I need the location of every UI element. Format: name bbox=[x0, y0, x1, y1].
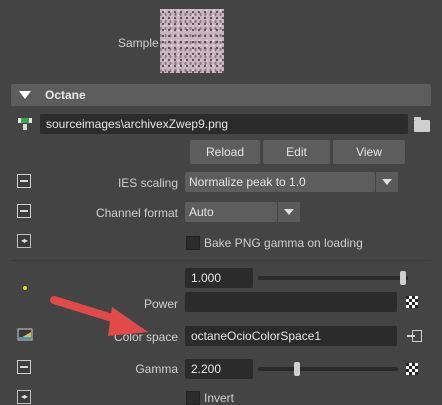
gamma-curve-icon[interactable] bbox=[17, 360, 31, 374]
gamma-slider-track[interactable] bbox=[258, 367, 398, 371]
octane-section-header[interactable]: Octane bbox=[11, 84, 431, 106]
sample-label: Sample bbox=[118, 36, 159, 50]
edit-button[interactable]: Edit bbox=[263, 140, 330, 164]
gamma-value-field[interactable]: 2.200 bbox=[185, 359, 253, 379]
ies-scaling-dropdown[interactable]: Normalize peak to 1.0 bbox=[185, 172, 375, 192]
annotation-arrow bbox=[50, 296, 148, 336]
color-space-icon[interactable] bbox=[17, 327, 33, 343]
invert-label: Invert bbox=[204, 391, 235, 405]
bake-png-gamma-label: Bake PNG gamma on loading bbox=[204, 236, 363, 250]
chevron-down-icon[interactable] bbox=[277, 202, 300, 222]
expand-arrows-icon[interactable]: ◂▸ bbox=[17, 390, 31, 404]
single-value-icon[interactable] bbox=[17, 174, 31, 188]
bake-png-gamma-checkbox[interactable] bbox=[186, 236, 200, 250]
reload-button[interactable]: Reload bbox=[190, 140, 260, 164]
chevron-down-icon[interactable] bbox=[375, 172, 398, 192]
checker-map-icon[interactable] bbox=[406, 363, 418, 375]
power-value-field[interactable]: 1.000 bbox=[185, 268, 253, 288]
single-value-icon[interactable] bbox=[17, 204, 31, 218]
channel-format-dropdown[interactable]: Auto bbox=[185, 202, 277, 222]
color-space-field[interactable]: octaneOcioColorSpace1 bbox=[185, 326, 397, 346]
ies-scaling-label: IES scaling bbox=[117, 176, 178, 190]
sample-thumbnail[interactable] bbox=[160, 9, 224, 73]
texture-file-icon bbox=[17, 116, 33, 132]
view-button[interactable]: View bbox=[333, 140, 405, 164]
folder-icon[interactable] bbox=[414, 117, 430, 132]
invert-checkbox[interactable] bbox=[186, 391, 200, 405]
input-link-icon[interactable] bbox=[407, 330, 422, 342]
power-slider-handle[interactable] bbox=[400, 271, 406, 285]
channel-format-label: Channel format bbox=[95, 206, 178, 220]
divider bbox=[11, 260, 431, 261]
checker-map-icon[interactable] bbox=[406, 296, 418, 308]
expand-arrows-icon[interactable]: ◂▸ bbox=[17, 234, 31, 248]
gamma-label: Gamma bbox=[135, 362, 178, 376]
power-slider-track[interactable] bbox=[258, 276, 408, 280]
gamma-slider-handle[interactable] bbox=[294, 362, 300, 376]
section-title: Octane bbox=[45, 88, 86, 102]
collapse-triangle-icon[interactable] bbox=[19, 91, 31, 99]
file-path-field[interactable]: sourceimages\archivexZwep9.png bbox=[40, 114, 408, 134]
power-texture-field[interactable] bbox=[185, 292, 397, 312]
power-connection-dot-icon[interactable] bbox=[21, 284, 29, 292]
